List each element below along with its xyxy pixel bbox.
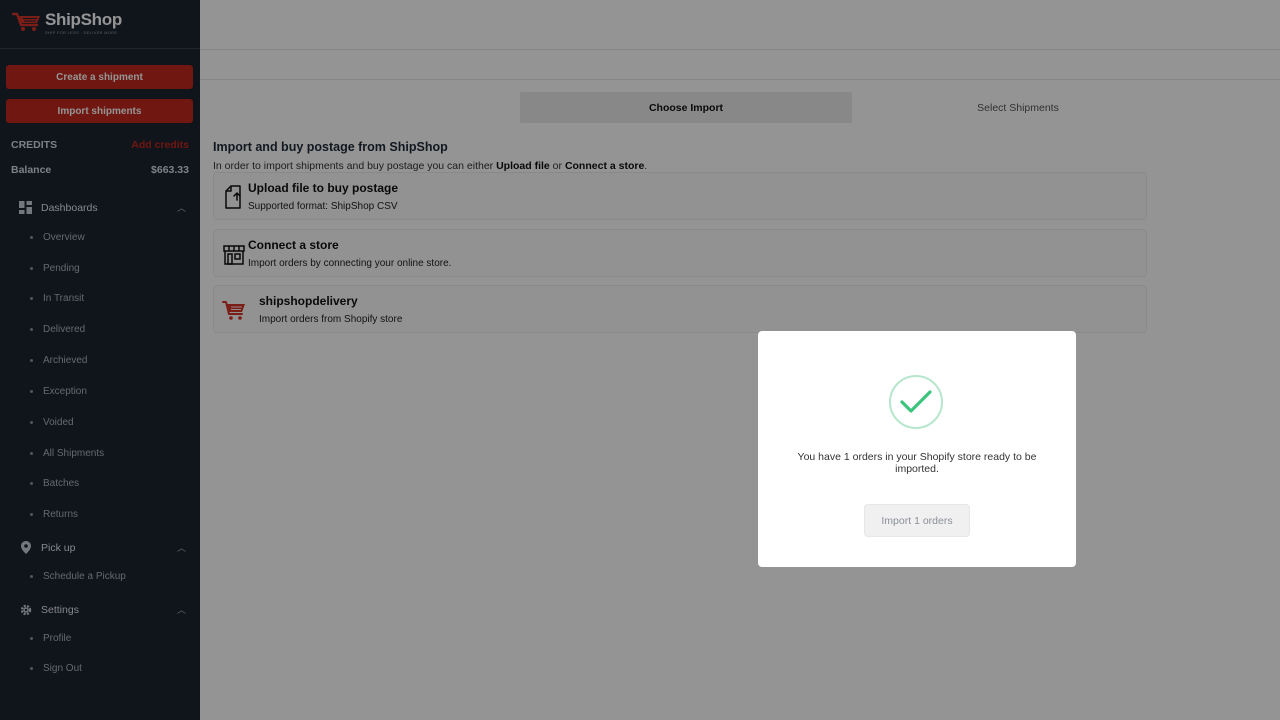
success-badge <box>889 375 943 429</box>
import-orders-modal: You have 1 orders in your Shopify store … <box>758 331 1076 567</box>
import-orders-button[interactable]: Import 1 orders <box>864 504 970 537</box>
check-icon <box>900 390 932 413</box>
modal-backdrop[interactable] <box>0 0 1280 720</box>
modal-message: You have 1 orders in your Shopify store … <box>797 451 1037 475</box>
